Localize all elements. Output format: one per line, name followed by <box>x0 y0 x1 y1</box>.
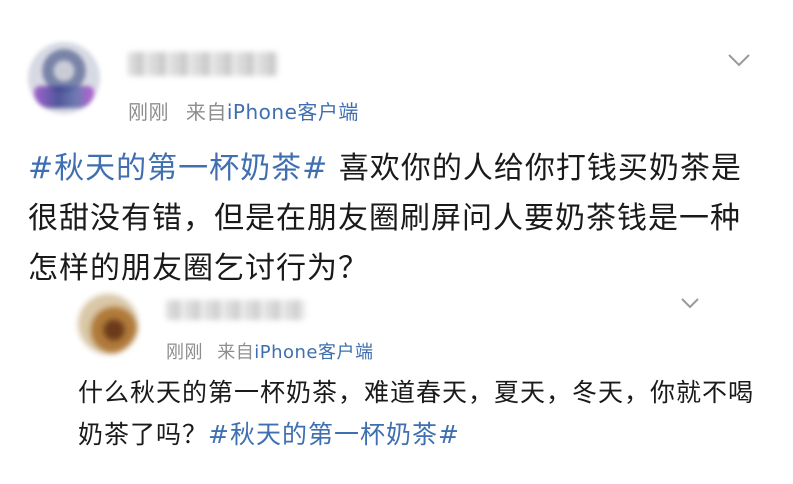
reply-username-blurred[interactable] <box>166 300 306 320</box>
reply-source-prefix: 来自 <box>217 342 255 363</box>
post-source-app[interactable]: iPhone客户端 <box>227 100 359 124</box>
hashtag-link[interactable]: #秋天的第一杯奶茶# <box>28 151 328 186</box>
post-time: 刚刚 <box>128 100 169 124</box>
reply-hashtag-link[interactable]: #秋天的第一杯奶茶# <box>208 420 460 449</box>
reply-source-app[interactable]: iPhone客户端 <box>254 342 373 363</box>
username-blurred[interactable] <box>128 52 278 76</box>
post-source-prefix: 来自 <box>185 100 227 124</box>
reply-meta: 刚刚 来自iPhone客户端 <box>166 338 374 364</box>
avatar[interactable] <box>28 42 100 114</box>
reply-time: 刚刚 <box>166 342 203 363</box>
chevron-down-icon[interactable] <box>727 52 751 68</box>
reply-text: 什么秋天的第一杯奶茶，难道春天，夏天，冬天，你就不喝奶茶了吗？#秋天的第一杯奶茶… <box>78 372 778 456</box>
post-meta: 刚刚 来自iPhone客户端 <box>128 96 359 125</box>
reply-avatar[interactable] <box>78 294 138 354</box>
post-text: #秋天的第一杯奶茶# 喜欢你的人给你打钱买奶茶是很甜没有错，但是在朋友圈刷屏问人… <box>28 144 768 294</box>
chevron-down-icon[interactable] <box>680 296 700 310</box>
